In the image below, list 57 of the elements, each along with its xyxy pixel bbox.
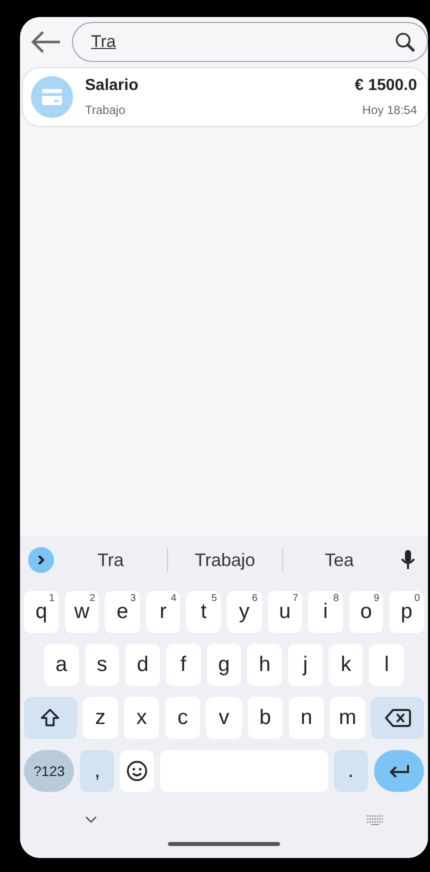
key-hint: 2 [90, 593, 96, 604]
punctuation-key[interactable]: . [334, 750, 368, 792]
key-hint: 5 [211, 593, 217, 604]
suggestion[interactable]: Tea [282, 546, 396, 574]
key[interactable]: a [44, 644, 79, 686]
microphone-icon [400, 549, 416, 571]
key-hint: 7 [292, 593, 298, 604]
key[interactable]: v [206, 697, 242, 739]
key[interactable]: b [248, 697, 283, 739]
punctuation-key[interactable]: , [80, 750, 114, 792]
keyboard-icon[interactable] [366, 815, 384, 825]
suggestion[interactable]: Trabajo [168, 546, 282, 574]
suggestion[interactable]: Tra [54, 546, 168, 574]
key[interactable]: z [82, 697, 118, 739]
key[interactable]: i 8 [308, 591, 343, 633]
key-hint: 0 [414, 593, 420, 604]
transaction-time: Hoy 18:54 [362, 103, 417, 117]
enter-key[interactable] [374, 750, 424, 792]
card-avatar-icon [31, 76, 73, 118]
key-hint: 6 [252, 593, 258, 604]
key[interactable]: m [330, 697, 366, 739]
shift-icon [39, 707, 62, 729]
key[interactable]: c [165, 697, 200, 739]
chevron-icon [36, 554, 46, 566]
key[interactable]: d [125, 644, 160, 686]
key[interactable]: h [247, 644, 282, 686]
key[interactable]: j [288, 644, 323, 686]
symbols-key[interactable]: ?123 [24, 750, 74, 792]
shift-key[interactable] [24, 697, 77, 739]
transaction-title: Salario [85, 77, 140, 95]
expand-button[interactable] [28, 547, 54, 573]
backspace-icon [384, 708, 411, 728]
hide-keyboard-icon[interactable] [84, 816, 98, 824]
key[interactable]: t 5 [186, 591, 221, 633]
emoji-icon [126, 760, 148, 782]
key[interactable]: g [206, 644, 242, 686]
backspace-key[interactable] [371, 697, 424, 739]
key[interactable]: f [166, 644, 201, 686]
search-field[interactable]: Tra [72, 22, 428, 62]
key[interactable]: n [288, 697, 324, 739]
key-hint: 3 [130, 593, 136, 604]
key-hint: 9 [374, 593, 380, 604]
key-hint: 1 [49, 593, 55, 604]
key[interactable]: l [369, 644, 404, 686]
transaction-amount: € 1500.0 [354, 77, 417, 95]
enter-icon [388, 763, 410, 779]
key[interactable]: r 4 [146, 591, 180, 633]
search-icon [394, 31, 416, 53]
key-hint: 4 [170, 593, 176, 604]
transaction-category: Trabajo [85, 103, 126, 117]
key[interactable]: k [328, 644, 364, 686]
key[interactable]: x [124, 697, 160, 739]
emoji-key[interactable] [120, 750, 154, 792]
back-arrow-icon [30, 30, 62, 54]
transaction-card[interactable]: Salario Trabajo € 1500.0 Hoy 18:54 [22, 67, 428, 127]
key-hint: 8 [333, 593, 339, 604]
key[interactable]: s [84, 644, 120, 686]
